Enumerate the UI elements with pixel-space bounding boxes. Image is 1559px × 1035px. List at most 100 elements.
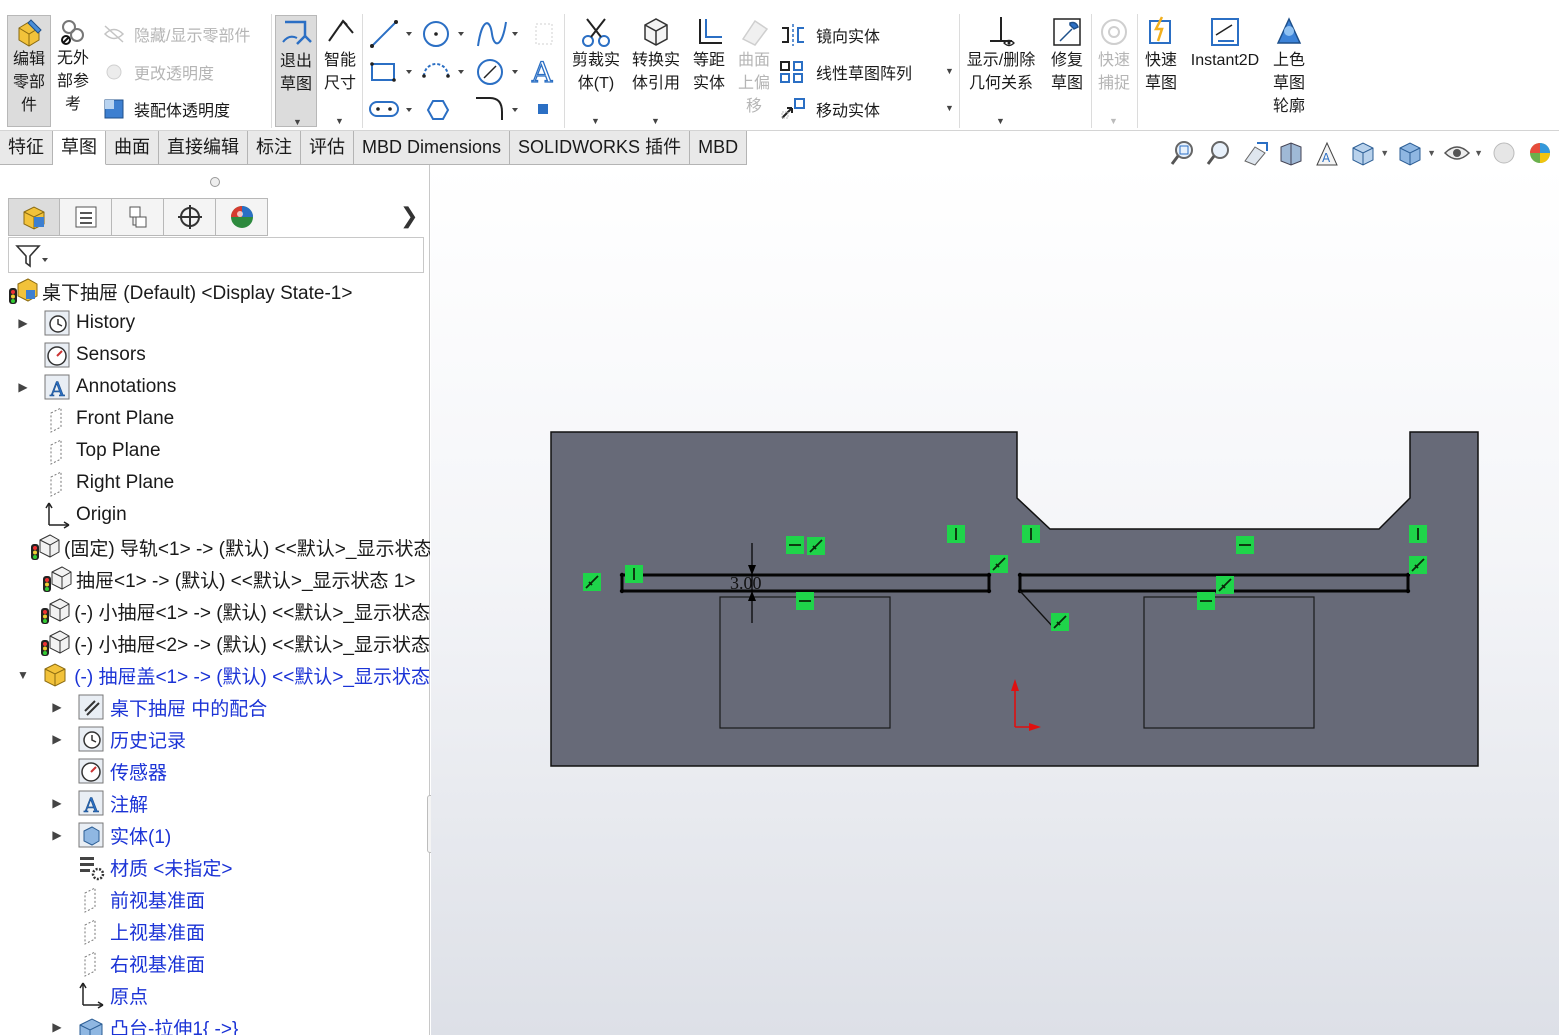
- zoom-to-area-icon[interactable]: [1204, 138, 1234, 168]
- tree-item-front-plane-cn[interactable]: 前视基准面: [50, 883, 205, 915]
- vertical-relation-icon[interactable]: [1409, 525, 1427, 543]
- change-transparency-button[interactable]: 更改透明度: [102, 60, 214, 84]
- horizontal-relation-icon[interactable]: [1236, 536, 1254, 554]
- coincident-relation-icon[interactable]: [807, 537, 825, 555]
- horizontal-relation-icon[interactable]: [786, 536, 804, 554]
- tree-item-sensors[interactable]: Sensors: [16, 339, 146, 371]
- tree-item-origin-cn[interactable]: 原点: [50, 979, 148, 1011]
- trim-entities-button[interactable]: 剪裁实 体(T) ▼: [568, 15, 624, 127]
- expand-arrow-icon[interactable]: ▶: [50, 828, 64, 842]
- expand-arrow-icon[interactable]: ▶: [16, 316, 30, 330]
- tree-item-boss-extrude[interactable]: ▶ 凸台-拉伸1{ ->}: [50, 1011, 238, 1035]
- smart-dimension-dropdown-icon[interactable]: ▼: [335, 110, 344, 133]
- slot-icon[interactable]: [369, 101, 412, 117]
- tab-evaluate[interactable]: 评估: [301, 131, 354, 165]
- coincident-relation-icon[interactable]: [1409, 556, 1427, 574]
- tree-item-history-cn[interactable]: ▶ 历史记录: [50, 723, 186, 755]
- view-orientation-dropdown-icon[interactable]: ▼: [1380, 148, 1389, 158]
- featuremanager-tab[interactable]: [8, 198, 60, 236]
- tree-item-solid-bodies[interactable]: ▶ 实体(1): [50, 819, 171, 851]
- instant2d-button[interactable]: Instant2D: [1186, 15, 1264, 127]
- vertical-relation-icon[interactable]: [1022, 525, 1040, 543]
- panel-grip[interactable]: [210, 177, 220, 187]
- hide-show-components-button[interactable]: 隐藏/显示零部件: [102, 22, 250, 46]
- view-orientation-icon[interactable]: [1348, 138, 1378, 168]
- offset-on-surface-button[interactable]: 曲面 上偏 移: [733, 15, 775, 127]
- linear-sketch-pattern-button[interactable]: 线性草图阵列: [778, 59, 912, 85]
- tab-markup[interactable]: 标注: [248, 131, 301, 165]
- rapid-sketch-button[interactable]: 快速 草图: [1140, 15, 1182, 127]
- no-external-references-button[interactable]: 无外 部参 考: [53, 15, 93, 127]
- tab-features[interactable]: 特征: [0, 131, 53, 165]
- edit-appearance-icon[interactable]: [1489, 138, 1519, 168]
- expand-arrow-icon[interactable]: ▶: [16, 380, 30, 394]
- more-tabs-chevron-icon[interactable]: ❯: [400, 203, 418, 229]
- vertical-relation-icon[interactable]: [947, 525, 965, 543]
- tree-item-small-drawer-1[interactable]: (-) 小抽屉<1> -> (默认) <<默认>_显示状态: [16, 595, 430, 627]
- display-style-dropdown-icon[interactable]: ▼: [1427, 148, 1436, 158]
- dimension-value-text[interactable]: 3.00: [730, 573, 762, 593]
- hide-show-items-icon[interactable]: [1442, 138, 1472, 168]
- tree-item-front-plane[interactable]: Front Plane: [16, 403, 174, 435]
- tree-item-history[interactable]: ▶ History: [16, 307, 135, 339]
- assembly-transparency-button[interactable]: 装配体透明度: [102, 97, 230, 121]
- feature-tree-filter[interactable]: [8, 237, 424, 273]
- tree-item-sensors-cn[interactable]: 传感器: [50, 755, 167, 787]
- section-view-icon[interactable]: [1276, 138, 1306, 168]
- convert-entities-button[interactable]: 转换实 体引用 ▼: [628, 15, 684, 127]
- tree-item-annotations-cn[interactable]: ▶ A 注解: [50, 787, 148, 819]
- tree-item-right-plane[interactable]: Right Plane: [16, 467, 174, 499]
- horizontal-relation-icon[interactable]: [796, 592, 814, 610]
- horizontal-relation-icon[interactable]: [1197, 592, 1215, 610]
- coincident-relation-icon[interactable]: [1216, 576, 1234, 594]
- display-delete-relations-button[interactable]: 显示/删除 几何关系 ▼: [963, 15, 1039, 127]
- coincident-relation-icon[interactable]: [990, 555, 1008, 573]
- coincident-relation-icon[interactable]: [1051, 613, 1069, 631]
- expand-arrow-icon[interactable]: ▶: [50, 700, 64, 714]
- tab-direct-editing[interactable]: 直接编辑: [159, 131, 248, 165]
- expand-arrow-icon[interactable]: ▶: [50, 796, 64, 810]
- pattern-dropdown-icon[interactable]: ▼: [945, 66, 954, 76]
- coincident-relation-icon[interactable]: [583, 573, 601, 591]
- tree-item-rail-component[interactable]: (固定) 导轨<1> -> (默认) <<默认>_显示状态: [16, 531, 430, 563]
- tab-mbd[interactable]: MBD: [690, 131, 748, 165]
- tree-item-top-plane-cn[interactable]: 上视基准面: [50, 915, 205, 947]
- move-dropdown-icon[interactable]: ▼: [945, 103, 954, 113]
- tree-item-drawer-cover[interactable]: ▼ (-) 抽屉盖<1> -> (默认) <<默认>_显示状态: [16, 659, 430, 691]
- hide-show-items-dropdown-icon[interactable]: ▼: [1474, 148, 1483, 158]
- text-icon[interactable]: A: [530, 55, 553, 89]
- circle-icon[interactable]: [423, 21, 464, 47]
- fillet-icon[interactable]: [476, 97, 518, 120]
- sketch-canvas[interactable]: 3.00: [431, 165, 1559, 1035]
- tree-item-small-drawer-2[interactable]: (-) 小抽屉<2> -> (默认) <<默认>_显示状态: [16, 627, 430, 659]
- previous-view-icon[interactable]: [1240, 138, 1270, 168]
- convert-dropdown-icon[interactable]: ▼: [651, 110, 660, 133]
- rectangle-icon[interactable]: [370, 62, 412, 82]
- tab-solidworks-addins[interactable]: SOLIDWORKS 插件: [510, 131, 691, 165]
- plane-icon[interactable]: [538, 104, 548, 114]
- tree-item-right-plane-cn[interactable]: 右视基准面: [50, 947, 205, 979]
- offset-entities-button[interactable]: 等距 实体: [688, 15, 730, 127]
- collapse-arrow-icon[interactable]: ▼: [16, 668, 30, 682]
- graphics-area[interactable]: 3.00: [431, 165, 1559, 1035]
- displaymanager-tab[interactable]: [216, 198, 268, 236]
- tree-item-drawer-component[interactable]: 抽屉<1> -> (默认) <<默认>_显示状态 1>: [16, 563, 430, 595]
- tab-sketch[interactable]: 草图: [53, 131, 106, 165]
- relations-dropdown-icon[interactable]: ▼: [996, 110, 1005, 133]
- display-style-icon[interactable]: [1395, 138, 1425, 168]
- mirror-entities-button[interactable]: 镜向实体: [778, 22, 880, 48]
- tree-item-material[interactable]: 材质 <未指定>: [50, 851, 232, 883]
- smart-dimension-button[interactable]: 智能 尺寸 ▼: [320, 15, 360, 127]
- expand-arrow-icon[interactable]: ▶: [50, 732, 64, 746]
- repair-sketch-button[interactable]: 修复 草图: [1046, 15, 1088, 127]
- quick-snaps-dropdown-icon[interactable]: ▼: [1109, 110, 1118, 133]
- ellipse-icon[interactable]: [477, 59, 518, 85]
- move-entities-button[interactable]: 移动实体: [778, 96, 880, 122]
- apply-scene-icon[interactable]: [1525, 138, 1555, 168]
- zoom-to-fit-icon[interactable]: [1168, 138, 1198, 168]
- tree-item-annotations[interactable]: ▶ A Annotations: [16, 371, 176, 403]
- tree-item-top-plane[interactable]: Top Plane: [16, 435, 161, 467]
- tab-mbd-dimensions[interactable]: MBD Dimensions: [354, 131, 511, 165]
- vertical-relation-icon[interactable]: [625, 565, 643, 583]
- dynamic-annotation-views-icon[interactable]: A: [1312, 138, 1342, 168]
